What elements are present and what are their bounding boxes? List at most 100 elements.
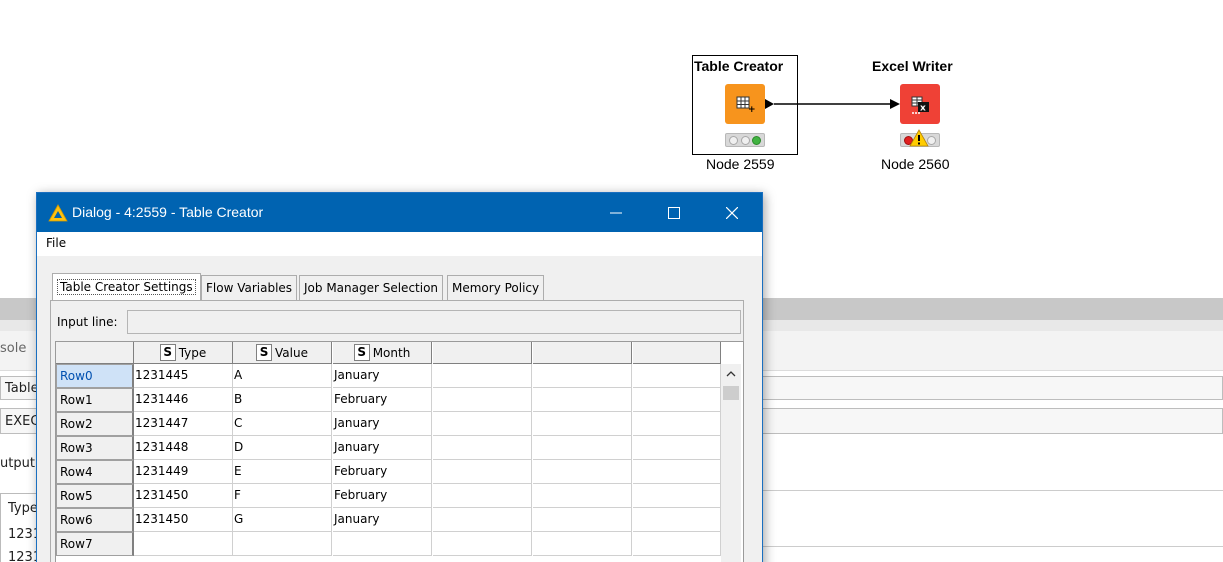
table-cell[interactable]: January — [333, 364, 432, 388]
warning-icon[interactable] — [909, 129, 929, 147]
table-cell[interactable] — [533, 412, 632, 436]
table-cell[interactable] — [433, 508, 532, 532]
table-cell[interactable] — [533, 364, 632, 388]
maximize-button[interactable] — [645, 193, 703, 232]
table-cell[interactable] — [533, 484, 632, 508]
table-cell[interactable]: E — [233, 460, 332, 484]
console-tab[interactable]: sole — [0, 341, 26, 356]
table-corner — [56, 342, 134, 364]
table-cell[interactable] — [433, 532, 532, 556]
bg-type-header: Type — [8, 501, 38, 516]
table-cell[interactable]: January — [333, 412, 432, 436]
table-cell[interactable] — [433, 436, 532, 460]
tab-flow-variables[interactable]: Flow Variables — [201, 275, 298, 300]
table-cell[interactable]: 1231448 — [134, 436, 233, 460]
column-header[interactable]: S Value — [233, 342, 332, 364]
row-header[interactable]: Row6 — [56, 508, 134, 532]
table-cell[interactable]: B — [233, 388, 332, 412]
table-cell[interactable]: 1231450 — [134, 508, 233, 532]
table-cell[interactable] — [633, 460, 721, 484]
close-icon — [726, 206, 738, 219]
table-cell[interactable]: 1231449 — [134, 460, 233, 484]
close-button[interactable] — [703, 193, 761, 232]
knime-workbench: sole Table EXEC utput Type 1231 1231 Tab… — [0, 0, 1223, 562]
column-header-empty[interactable] — [533, 342, 632, 364]
minimize-icon — [610, 212, 622, 213]
row-header[interactable]: Row4 — [56, 460, 134, 484]
table-cell[interactable] — [633, 364, 721, 388]
file-menu[interactable]: File — [46, 236, 66, 250]
row-header[interactable]: Row5 — [56, 484, 134, 508]
string-type-badge: S — [353, 344, 370, 361]
tab-job-manager-selection[interactable]: Job Manager Selection — [299, 275, 444, 300]
table-cell[interactable] — [433, 412, 532, 436]
vertical-scrollbar[interactable] — [721, 364, 741, 562]
table-cell[interactable]: A — [233, 364, 332, 388]
table-cell[interactable]: January — [333, 508, 432, 532]
table-cell[interactable] — [633, 484, 721, 508]
table-cell[interactable] — [533, 436, 632, 460]
input-line-field[interactable] — [127, 310, 741, 334]
tab-table-creator-settings[interactable]: Table Creator Settings — [52, 273, 201, 300]
maximize-icon — [668, 206, 680, 219]
table-cell[interactable] — [633, 388, 721, 412]
table-cell[interactable]: January — [333, 436, 432, 460]
table-cell[interactable] — [433, 484, 532, 508]
dialog-titlebar[interactable]: Dialog - 4:2559 - Table Creator — [37, 193, 762, 232]
table-cell[interactable] — [433, 388, 532, 412]
column-header-empty[interactable] — [633, 342, 721, 364]
row-header[interactable]: Row3 — [56, 436, 134, 460]
table-cell[interactable] — [333, 532, 432, 556]
svg-text:+: + — [748, 105, 755, 113]
table-cell[interactable]: February — [333, 460, 432, 484]
table-cell[interactable]: F — [233, 484, 332, 508]
node-label-2559[interactable]: Node 2559 — [706, 156, 775, 172]
table-cell[interactable] — [433, 460, 532, 484]
scroll-thumb[interactable] — [723, 386, 739, 400]
table-cell[interactable]: February — [333, 388, 432, 412]
column-header[interactable]: S Month — [333, 342, 432, 364]
table-cell[interactable] — [533, 532, 632, 556]
column-header-empty[interactable] — [433, 342, 532, 364]
string-type-badge: S — [159, 344, 176, 361]
dialog-title: Dialog - 4:2559 - Table Creator — [72, 204, 264, 220]
node-label-2560[interactable]: Node 2560 — [881, 156, 950, 172]
knime-warning-icon — [48, 204, 68, 222]
table-cell[interactable] — [134, 532, 233, 556]
table-cell[interactable] — [533, 508, 632, 532]
table-cell[interactable]: D — [233, 436, 332, 460]
table-cell[interactable]: 1231447 — [134, 412, 233, 436]
node-connection[interactable] — [764, 96, 904, 112]
table-cell[interactable]: 1231445 — [134, 364, 233, 388]
row-header[interactable]: Row2 — [56, 412, 134, 436]
node-title-table-creator[interactable]: Table Creator — [694, 58, 783, 74]
tab-label: Table Creator Settings — [57, 279, 196, 295]
table-cell[interactable] — [633, 436, 721, 460]
table-cell[interactable] — [533, 388, 632, 412]
table-cell[interactable] — [633, 508, 721, 532]
table-cell[interactable]: C — [233, 412, 332, 436]
table-cell[interactable] — [433, 364, 532, 388]
svg-text:x: x — [920, 104, 926, 114]
row-header[interactable]: Row0 — [56, 364, 134, 388]
excel-writer-node[interactable]: x — [900, 84, 940, 124]
column-header[interactable]: S Type — [134, 342, 233, 364]
table-cell[interactable]: G — [233, 508, 332, 532]
table-cell[interactable]: February — [333, 484, 432, 508]
chevron-up-icon — [726, 371, 736, 377]
table-cell[interactable]: 1231450 — [134, 484, 233, 508]
table-creator-node[interactable]: + — [725, 84, 765, 124]
table-cell[interactable] — [633, 532, 721, 556]
status-light-red — [728, 135, 738, 145]
table-cell[interactable] — [533, 460, 632, 484]
tab-memory-policy[interactable]: Memory Policy — [447, 275, 545, 300]
table-cell[interactable] — [633, 412, 721, 436]
minimize-button[interactable] — [587, 193, 645, 232]
scroll-up-button[interactable] — [721, 364, 741, 384]
row-header[interactable]: Row1 — [56, 388, 134, 412]
row-header[interactable]: Row7 — [56, 532, 134, 556]
table-cell[interactable]: 1231446 — [134, 388, 233, 412]
table-cell[interactable] — [233, 532, 332, 556]
column-header-label: Month — [372, 345, 411, 360]
node-title-excel-writer[interactable]: Excel Writer — [872, 58, 953, 74]
